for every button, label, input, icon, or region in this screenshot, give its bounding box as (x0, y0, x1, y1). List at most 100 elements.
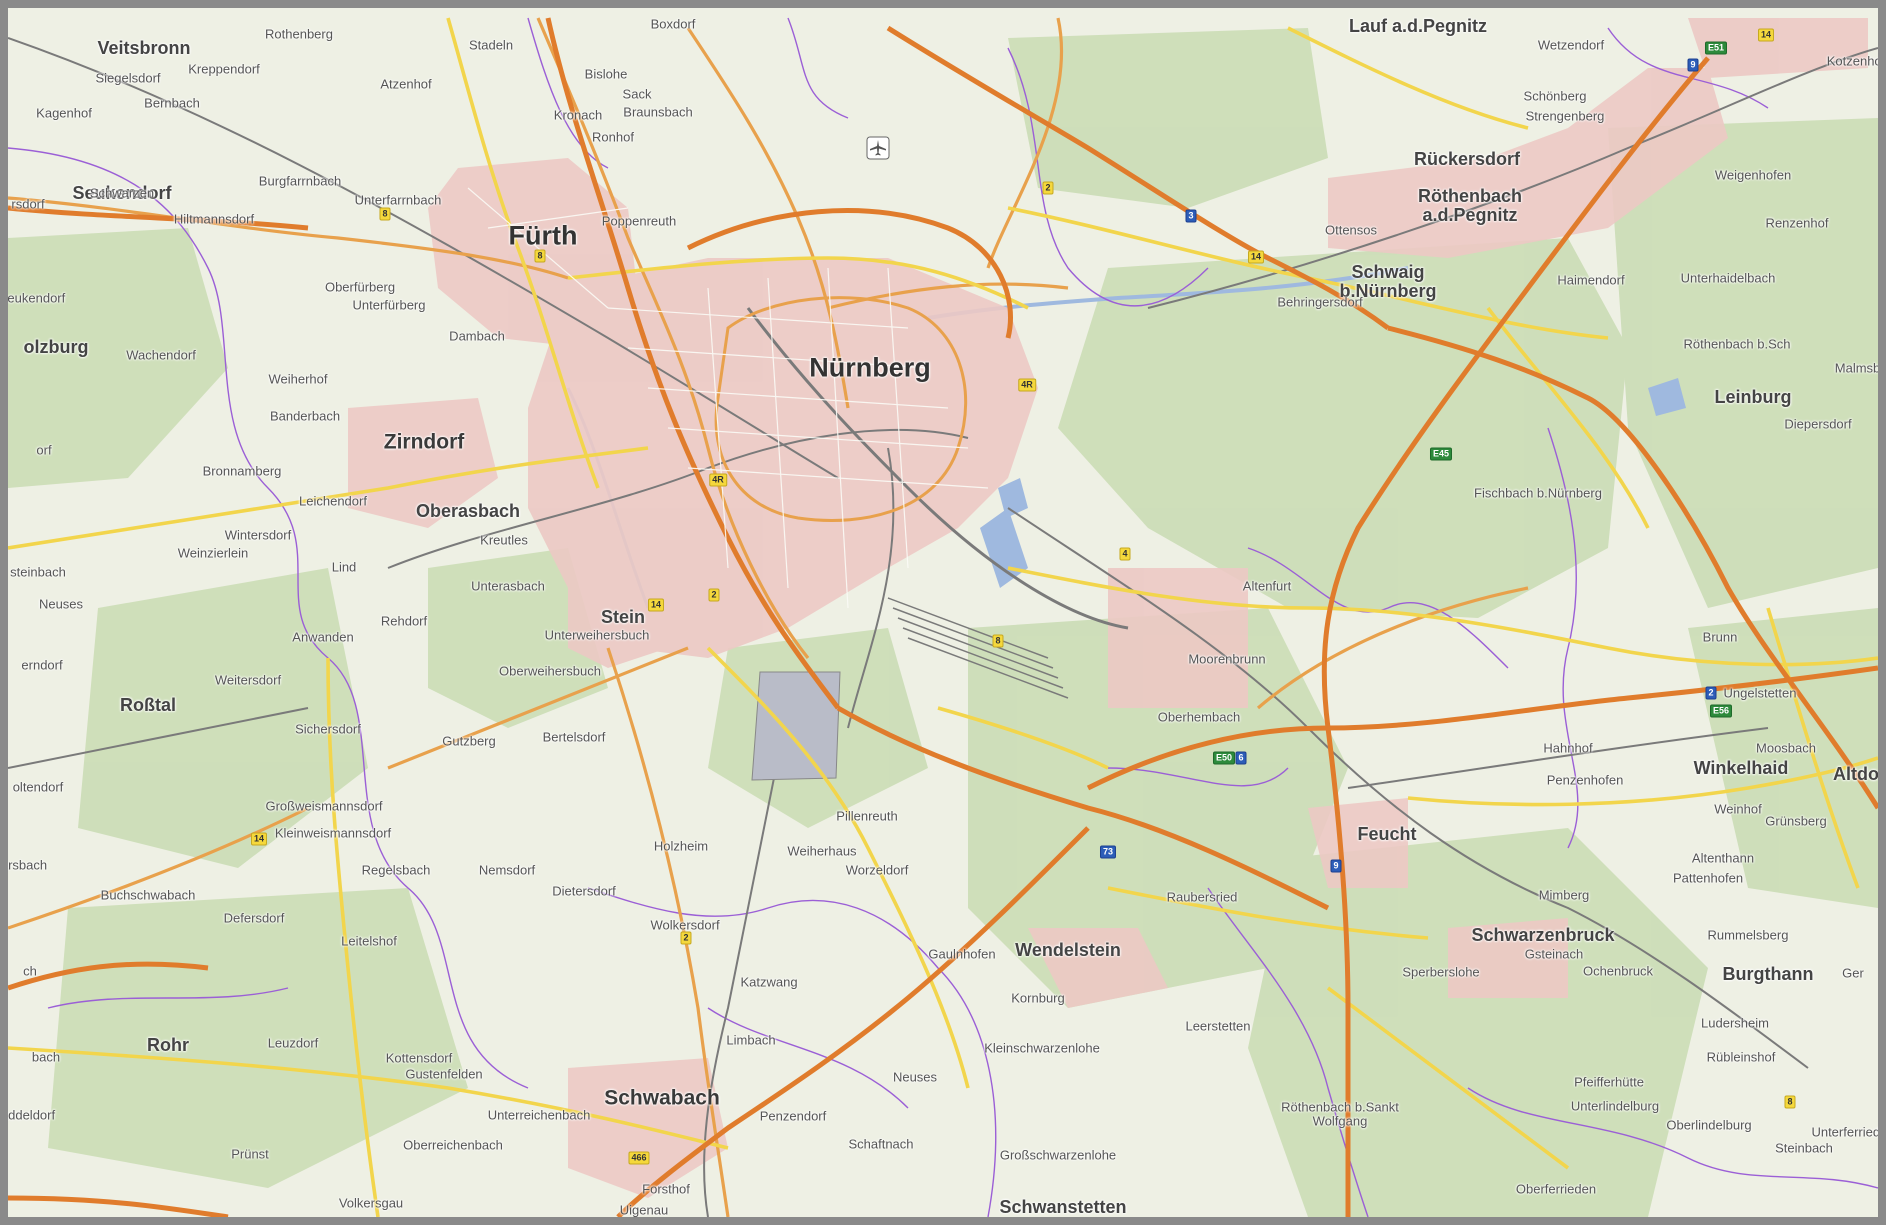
place-label: Rückersdorf (1413, 149, 1521, 169)
place-label: Oberhembach (1157, 709, 1241, 725)
place-label: Bronnamberg (202, 463, 282, 479)
place-label: Leuzdorf (267, 1035, 319, 1051)
place-label: Kreppendorf (188, 61, 260, 77)
place-label: Nürnberg (809, 352, 931, 383)
road-shield: 2 (708, 588, 720, 602)
place-label: Pfeifferhütte (1574, 1074, 1644, 1090)
place-label: Großweismannsdorf (265, 798, 383, 814)
road-shield: 73 (1099, 845, 1117, 859)
place-label: Weinzierlein (177, 545, 249, 561)
place-label: Siegelsdorf (95, 70, 161, 86)
place-label: Ronhof (592, 129, 634, 145)
place-label: Wolkersdorf (650, 917, 720, 933)
road-shield: 8 (992, 634, 1004, 648)
road-shield: 14 (250, 832, 268, 846)
road-shield: 4 (1119, 547, 1131, 561)
place-label: Gaulnhofen (928, 946, 996, 962)
place-label: Roßtal (120, 695, 176, 715)
place-label: Unterreichenbach (487, 1107, 591, 1123)
road-shield: 8 (1784, 1095, 1796, 1109)
place-label: Unterfürberg (352, 297, 426, 313)
place-label: Unterferrieden (1811, 1124, 1881, 1140)
place-label: Diepersdorf (1784, 416, 1852, 432)
place-label: ch (23, 963, 37, 979)
place-label: Röthenbach b.Sankt Wolfgang (1281, 1099, 1399, 1128)
place-label: Oberfürberg (324, 279, 396, 295)
port-area (751, 671, 841, 781)
map-viewport[interactable]: Nürnberg Fürth Zirndorf Schwabach Oberasbach… (0, 0, 1886, 1225)
place-label: Veitsbronn (97, 38, 191, 58)
road-shield: E51 (1704, 41, 1728, 55)
place-label: Altenfurt (1242, 578, 1292, 594)
place-label: Banderbach (269, 408, 341, 424)
place-label: Wetzendorf (1537, 37, 1605, 53)
place-label: Neuses (892, 1069, 938, 1085)
place-label: Pillenreuth (836, 808, 898, 824)
road-shield: E45 (1429, 447, 1453, 461)
place-label: Kornburg (1011, 990, 1065, 1006)
place-label: Moorenbrunn (1188, 651, 1266, 667)
place-label: Forsthof (642, 1181, 690, 1197)
place-label: Pattenhofen (1672, 870, 1744, 886)
road-shield: 8 (534, 249, 546, 263)
place-label: Kleinschwarzenlohe (984, 1040, 1100, 1056)
place-label: Rothenberg (265, 26, 333, 42)
place-label: Hiltmannsdorf (173, 211, 255, 227)
place-label: Ludersheim (1701, 1015, 1769, 1031)
place-label: Unterweihersbuch (544, 627, 650, 643)
place-label: Gustenfelden (405, 1066, 483, 1082)
place-label: Dietersdorf (552, 883, 616, 899)
place-label: Unterasbach (471, 578, 545, 594)
place-label: Schönberg (1523, 88, 1587, 104)
place-label: Unterlindelburg (1570, 1098, 1660, 1114)
road-shield: 14 (1757, 28, 1775, 42)
place-label: Worzeldorf (845, 862, 909, 878)
place-label: Steinbach (1775, 1140, 1833, 1156)
place-label: Altdo (1833, 764, 1879, 784)
road-shield: 4R (1018, 378, 1036, 392)
place-label: Weitersdorf (214, 672, 282, 688)
airport-plane-glyph (866, 136, 890, 160)
road-shield: 9 (1687, 58, 1699, 72)
place-label: Sichersdorf (295, 721, 361, 737)
place-label: Burgthann (1722, 964, 1814, 984)
road-shield: 14 (647, 598, 665, 612)
road-shield: E50 (1212, 751, 1236, 765)
place-label: Kotzenhof (1826, 53, 1886, 69)
place-label: Unterfarrnbach (354, 192, 442, 208)
place-label: Lind (331, 559, 357, 575)
place-label: oltendorf (12, 779, 64, 795)
place-label: Kleinweismannsdorf (274, 825, 392, 841)
place-label: Oberlindelburg (1666, 1117, 1752, 1133)
place-label: Penzendorf (759, 1108, 827, 1124)
place-label: Winkelhaid (1693, 758, 1789, 778)
place-label: Katzwang (740, 974, 798, 990)
place-label: Oberweihersbuch (499, 663, 601, 679)
airport-icon[interactable] (866, 136, 890, 160)
place-label: steinbach (10, 564, 66, 580)
place-label: Rohr (147, 1035, 189, 1055)
place-label: Seukendorf (0, 290, 66, 306)
place-label: Oberferrieden (1515, 1181, 1597, 1197)
place-label: Raubersried (1166, 889, 1238, 905)
place-label: Altenthann (1691, 850, 1755, 866)
road-shield: 4R (709, 473, 727, 487)
place-label: Sperberslohe (1402, 964, 1480, 980)
place-label: Röthenbach b.Sch (1683, 336, 1791, 352)
place-label: Moosbach (1756, 740, 1816, 756)
place-label: Röthenbach a.d.Pegnitz (1417, 186, 1523, 225)
place-label: Zirndorf (383, 430, 465, 454)
place-label: Dambach (449, 328, 505, 344)
place-label: Rummelsberg (1707, 927, 1789, 943)
place-label: Bertelsdorf (542, 729, 606, 745)
place-label: Regelsbach (361, 862, 431, 878)
place-label: Oberreichenbach (403, 1137, 503, 1153)
road-shield: E56 (1709, 704, 1733, 718)
place-label: Leerstetten (1185, 1018, 1251, 1034)
place-label: Uigenau (619, 1202, 669, 1218)
place-label: Bernbach (144, 95, 200, 111)
place-label: Stein (600, 607, 646, 627)
place-label: Sack (622, 86, 652, 102)
place-label: Schwarzen (89, 185, 155, 201)
place-label: Weiherhaus (787, 843, 857, 859)
